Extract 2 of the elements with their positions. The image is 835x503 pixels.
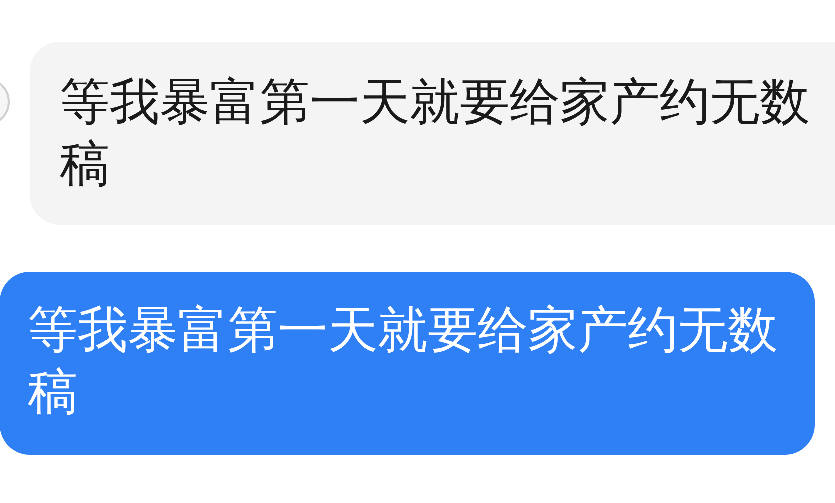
message-text: 等我暴富第一天就要给家产约无数稿 [60,72,811,195]
message-text: 等我暴富第一天就要给家产约无数稿 [28,300,779,423]
